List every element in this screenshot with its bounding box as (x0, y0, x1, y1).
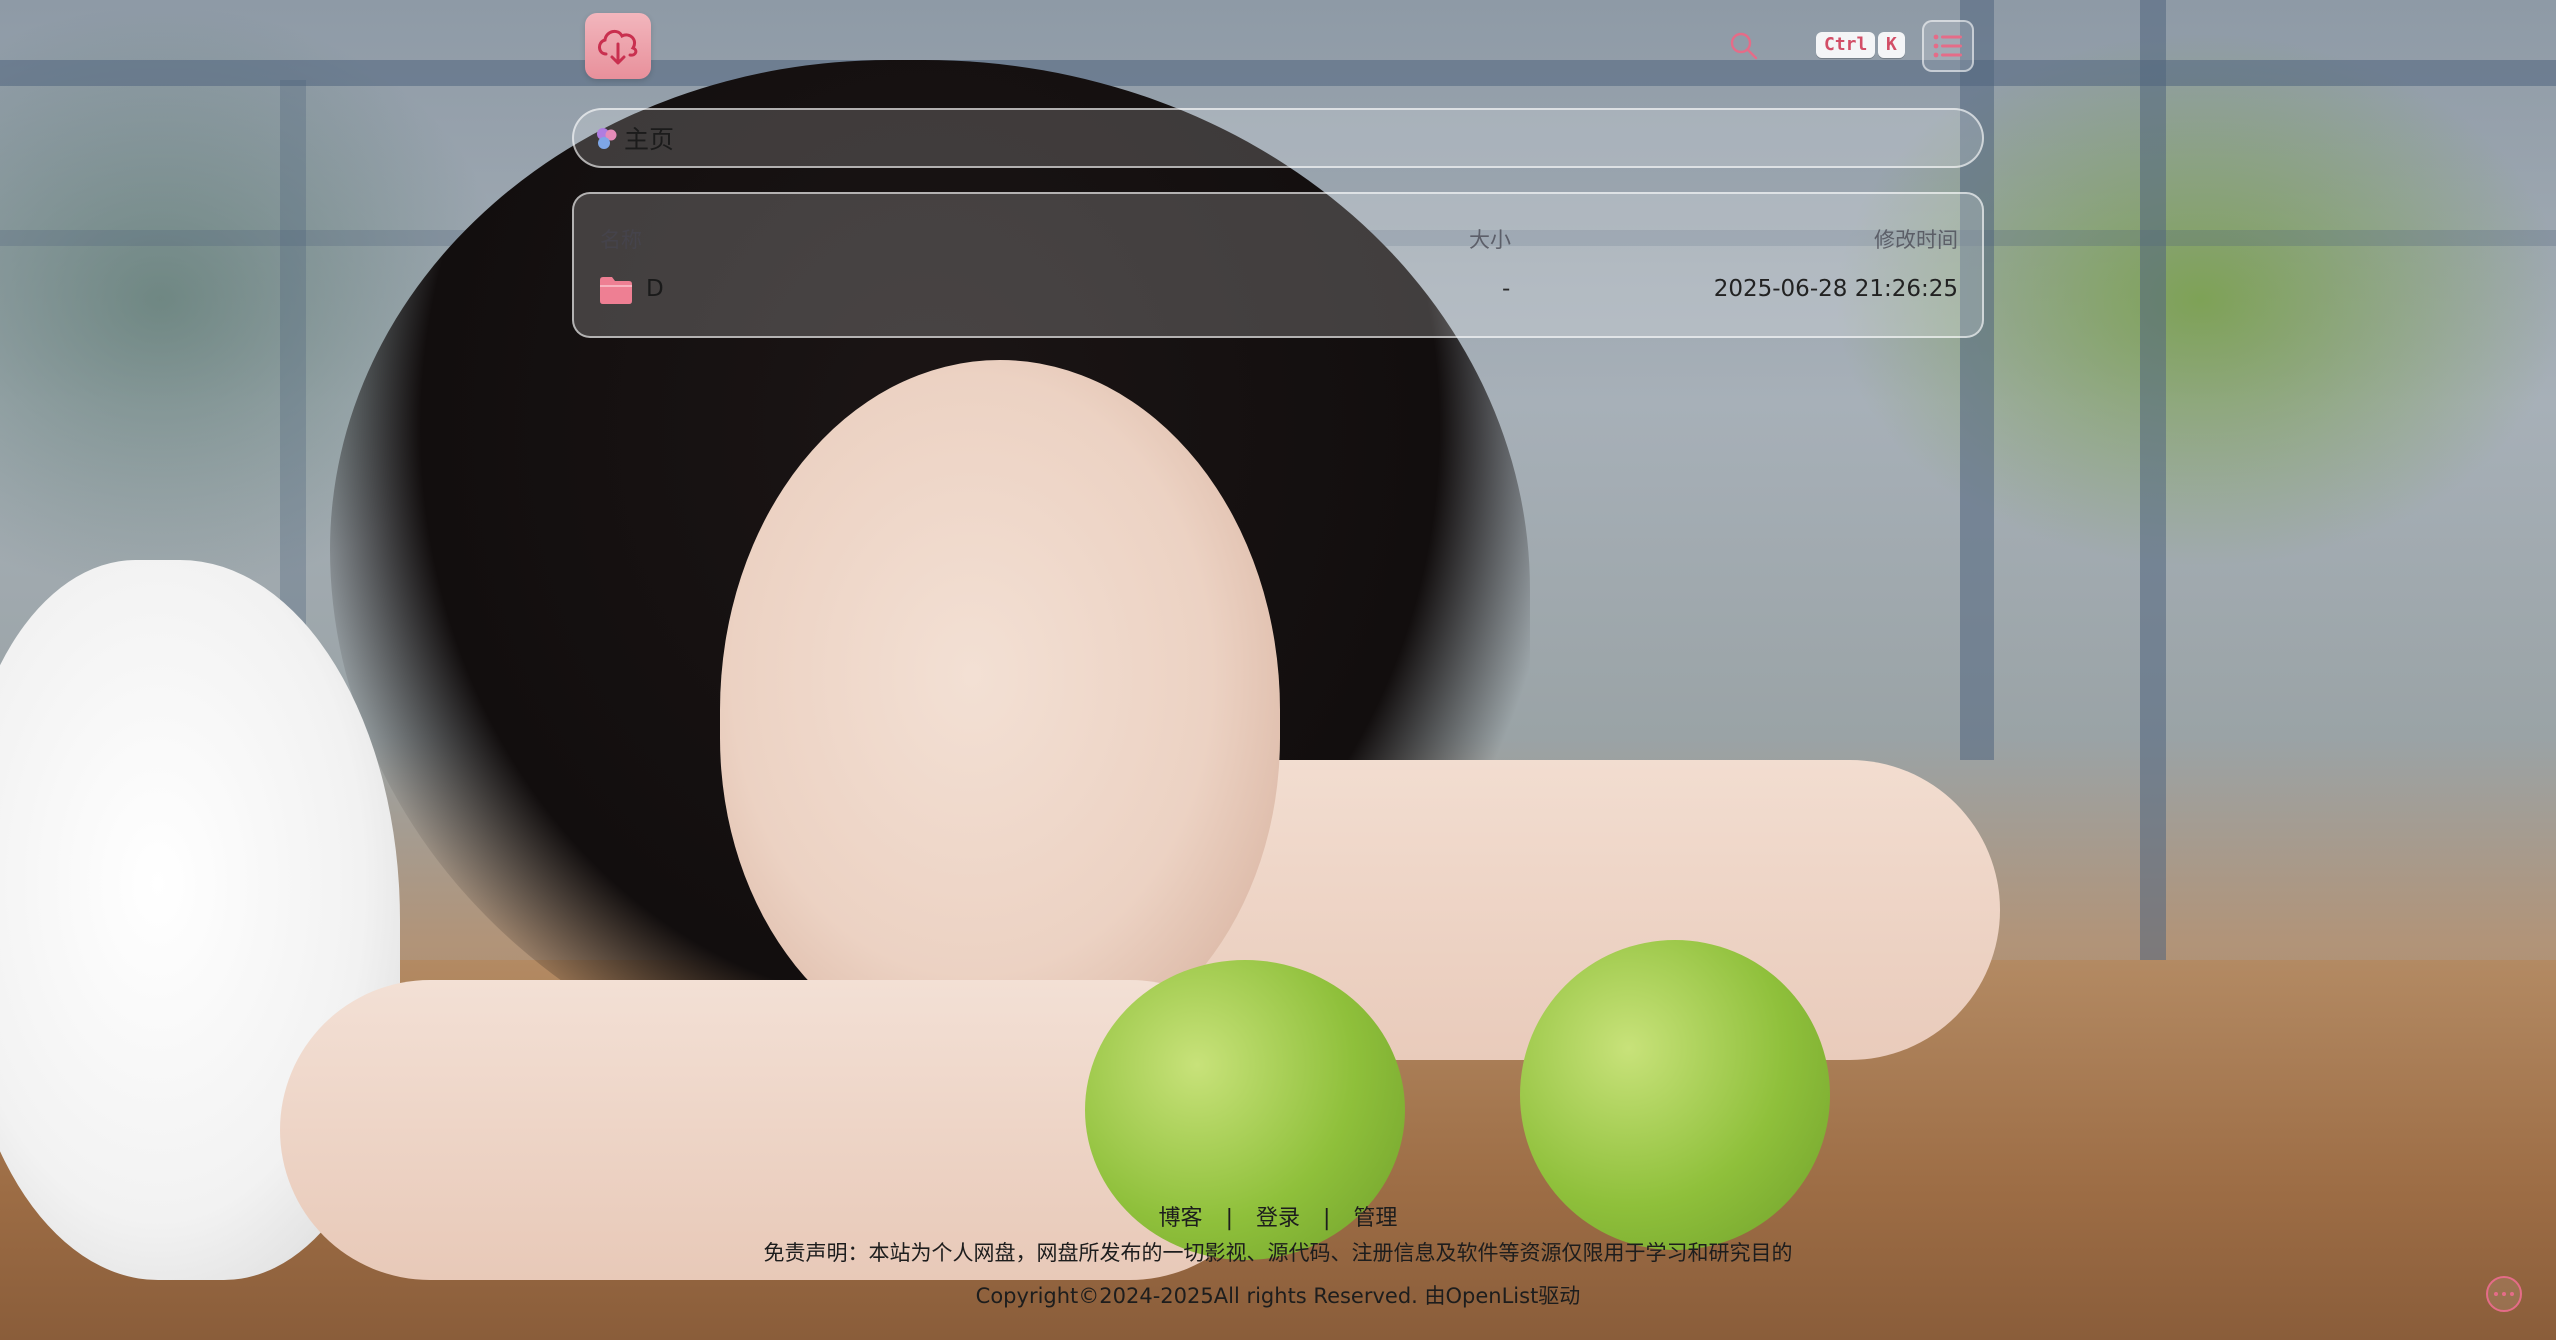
file-size: - (1502, 276, 1511, 302)
list-icon (1933, 34, 1962, 58)
footer-separator: | (1323, 1206, 1331, 1231)
disclaimer-text: 免责声明：本站为个人网盘，网盘所发布的一切影视、源代码、注册信息及软件等资源仅限… (763, 1241, 1793, 1265)
footer-link-admin[interactable]: 管理 (1353, 1200, 1397, 1232)
column-header-name[interactable]: 名称 (600, 224, 642, 254)
footer-links: 博客 | 登录 | 管理 (0, 1200, 2556, 1232)
site-logo[interactable] (585, 13, 651, 79)
column-header-modified[interactable]: 修改时间 (1874, 224, 1958, 254)
footer-separator: | (1225, 1206, 1233, 1231)
file-list: 名称 大小 修改时间 D - 2025-06-28 21:26:25 (572, 192, 1984, 338)
cloud-download-icon (598, 29, 638, 65)
footer-link-login[interactable]: 登录 (1256, 1200, 1300, 1232)
copyright-text: Copyright©2024-2025All rights Reserved. … (975, 1284, 1581, 1308)
breadcrumb-home-link[interactable]: 主页 (624, 120, 674, 156)
file-name[interactable]: D (646, 276, 664, 302)
menu-button[interactable] (1922, 20, 1974, 72)
shortcut-ctrl-key: Ctrl (1816, 32, 1876, 58)
shortcut-k-key: K (1878, 32, 1905, 58)
file-modified-time: 2025-06-28 21:26:25 (1713, 276, 1958, 302)
breadcrumb: 主页 (572, 108, 1984, 168)
home-icon[interactable] (594, 125, 620, 151)
more-dots-icon (2494, 1292, 2498, 1296)
search-icon[interactable] (1728, 30, 1760, 62)
file-row[interactable]: D - 2025-06-28 21:26:25 (574, 272, 1982, 328)
footer-link-blog[interactable]: 博客 (1159, 1200, 1203, 1232)
folder-icon (600, 277, 632, 304)
column-header-size[interactable]: 大小 (1469, 224, 1511, 254)
more-options-button[interactable] (2486, 1276, 2522, 1312)
